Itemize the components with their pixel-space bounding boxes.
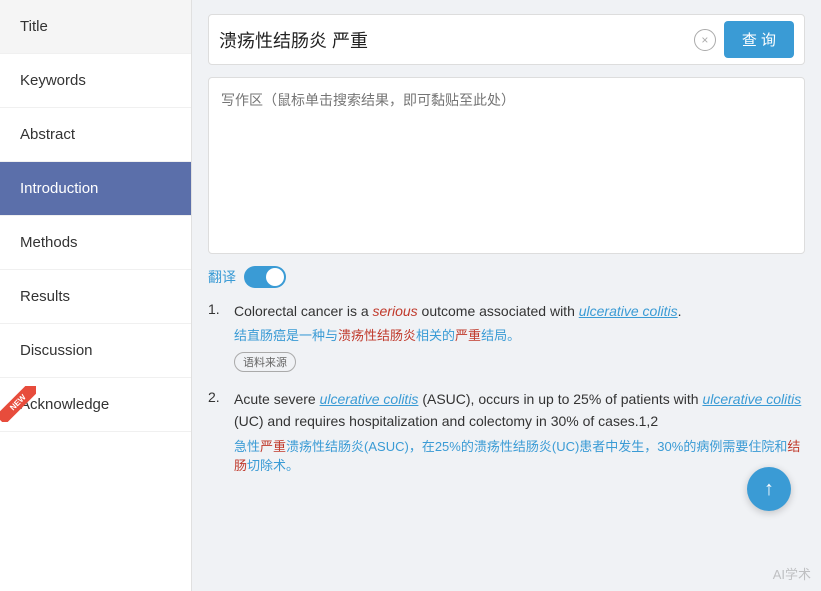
result-en-2: Acute severe ulcerative colitis (ASUC), … (234, 388, 805, 433)
sidebar-item-results[interactable]: Results (0, 270, 191, 324)
result-content-1: Colorectal cancer is a serious outcome a… (234, 300, 805, 372)
results-section: 1. Colorectal cancer is a serious outcom… (208, 300, 805, 482)
result-item-1: 1. Colorectal cancer is a serious outcom… (208, 300, 805, 372)
zh-uc-2: 溃疡性结肠炎 (474, 439, 552, 454)
search-input[interactable] (219, 29, 686, 50)
result-item-2: 2. Acute severe ulcerative colitis (ASUC… (208, 388, 805, 482)
translate-label: 翻译 (208, 267, 236, 287)
sidebar-item-label: Keywords (20, 72, 86, 89)
sidebar-item-keywords[interactable]: Keywords (0, 54, 191, 108)
main-content: × 查 询 翻译 1. Colorectal cancer is a serio… (192, 0, 821, 591)
writing-area[interactable] (208, 77, 805, 254)
italic-uc-link-3[interactable]: ulcerative colitis (702, 391, 801, 407)
writing-textarea[interactable] (221, 90, 792, 238)
close-icon: × (701, 33, 708, 47)
sidebar-item-abstract[interactable]: Abstract (0, 108, 191, 162)
result-zh-2: 急性严重溃疡性结肠炎(ASUC)，在25%的溃疡性结肠炎(UC)患者中发生，30… (234, 437, 805, 476)
italic-uc-link-2[interactable]: ulcerative colitis (320, 391, 419, 407)
sidebar-item-introduction[interactable]: Introduction (0, 162, 191, 216)
sidebar-item-label: Introduction (20, 180, 98, 197)
new-badge: NEW (0, 386, 36, 422)
sidebar-item-label: Abstract (20, 126, 75, 143)
scroll-top-button[interactable]: ↑ (747, 467, 791, 511)
sidebar-item-discussion[interactable]: Discussion (0, 324, 191, 378)
search-submit-button[interactable]: 查 询 (724, 21, 794, 58)
sidebar-item-methods[interactable]: Methods (0, 216, 191, 270)
zh-highlight-1: 溃疡性结肠炎 (338, 328, 416, 343)
italic-uc-link-1[interactable]: ulcerative colitis (579, 303, 678, 319)
zh-uc-1: 溃疡性结肠炎 (286, 439, 364, 454)
result-number-1: 1. (208, 300, 224, 372)
translate-row: 翻译 (208, 266, 805, 288)
translate-toggle[interactable] (244, 266, 286, 288)
source-tag-1[interactable]: 语料来源 (234, 352, 296, 372)
result-number-2: 2. (208, 388, 224, 482)
search-bar: × 查 询 (208, 14, 805, 65)
toggle-knob (266, 268, 284, 286)
search-clear-button[interactable]: × (694, 29, 716, 51)
result-zh-1: 结直肠癌是一种与溃疡性结肠炎相关的严重结局。 (234, 326, 805, 346)
sidebar-item-label: Methods (20, 234, 78, 251)
result-en-1: Colorectal cancer is a serious outcome a… (234, 300, 805, 322)
sidebar-item-label: Discussion (20, 342, 93, 359)
sidebar-item-acknowledge[interactable]: NEW Acknowledge (0, 378, 191, 432)
italic-serious: serious (373, 303, 418, 319)
sidebar: Title Keywords Abstract Introduction Met… (0, 0, 192, 591)
sidebar-item-title[interactable]: Title (0, 0, 191, 54)
zh-highlight-2: 严重 (455, 328, 481, 343)
arrow-up-icon: ↑ (764, 478, 774, 501)
zh-severe: 严重 (260, 439, 286, 454)
result-content-2: Acute severe ulcerative colitis (ASUC), … (234, 388, 805, 482)
sidebar-item-label: Title (20, 18, 48, 35)
sidebar-item-label: Results (20, 288, 70, 305)
